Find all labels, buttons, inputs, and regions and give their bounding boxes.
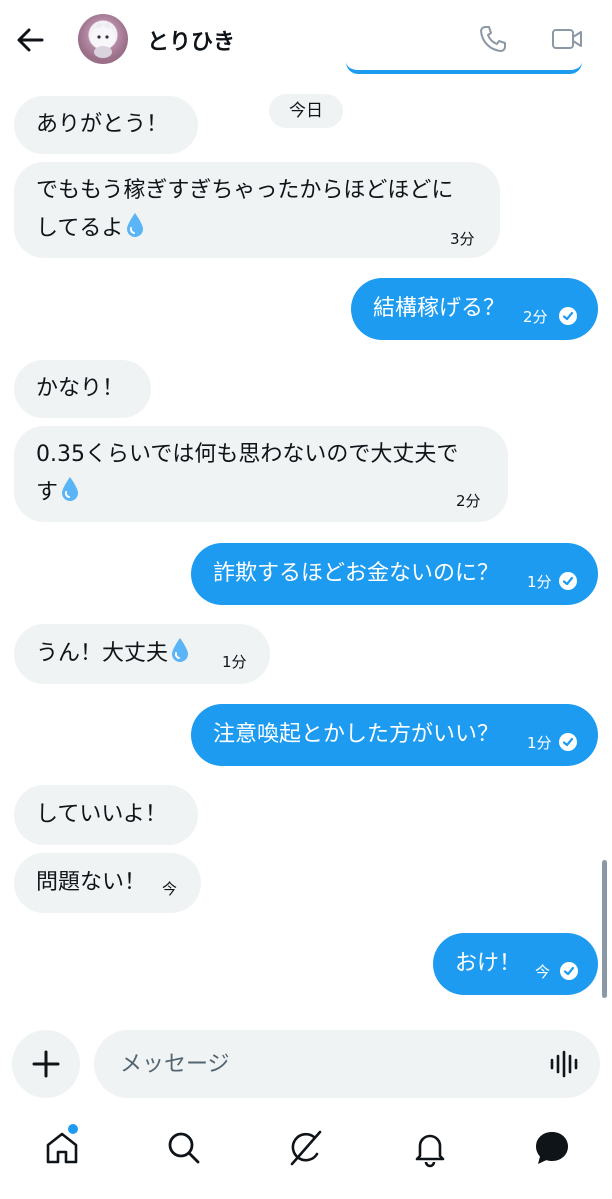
- message-text-line: す: [36, 480, 59, 505]
- message-text: 注意喚起とかした方がいい？: [213, 722, 500, 747]
- message-input[interactable]: [94, 1030, 600, 1098]
- avatar[interactable]: [78, 14, 128, 64]
- message-timestamp: 1分: [222, 653, 247, 671]
- plus-icon: [32, 1050, 60, 1078]
- notifications-icon[interactable]: [410, 1128, 450, 1168]
- read-check-icon: [560, 962, 578, 980]
- back-arrow-icon[interactable]: [12, 21, 50, 59]
- message-text: 問題ない！: [36, 870, 147, 895]
- incoming-message[interactable]: ありがとう！: [14, 96, 198, 154]
- outgoing-message[interactable]: おけ！ 今: [433, 933, 598, 995]
- read-check-icon: [559, 572, 577, 590]
- droplet-emoji-icon: [62, 477, 79, 501]
- search-icon[interactable]: [164, 1128, 204, 1168]
- message-timestamp: 1分: [527, 734, 552, 752]
- dm-conversation-screen: とりひき 今日 ありがとう！ でももう稼ぎすぎちゃったからほどほどに してるよ …: [0, 0, 612, 1199]
- previous-message-edge: [346, 62, 582, 74]
- contact-name[interactable]: とりひき: [147, 24, 235, 56]
- voice-waveform-icon[interactable]: [548, 1047, 582, 1081]
- messages-icon[interactable]: [532, 1128, 572, 1168]
- scrollbar[interactable]: [602, 860, 607, 998]
- message-text: 結構稼げる？: [373, 296, 506, 321]
- incoming-message[interactable]: 問題ない！ 今: [14, 853, 201, 913]
- phone-icon[interactable]: [476, 22, 510, 56]
- message-text: していいよ！: [36, 802, 167, 827]
- date-separator: 今日: [269, 94, 343, 128]
- incoming-message[interactable]: かなり！: [14, 360, 151, 418]
- outgoing-message[interactable]: 詐欺するほどお金ないのに？ 1分: [191, 543, 598, 605]
- message-text: 詐欺するほどお金ないのに？: [213, 561, 500, 586]
- message-timestamp: 2分: [456, 492, 481, 510]
- message-text-line: 0.35くらいでは何も思わないので大丈夫で: [36, 442, 459, 467]
- message-timestamp: 今: [535, 963, 551, 981]
- message-timestamp: 3分: [450, 230, 475, 248]
- droplet-emoji-icon: [172, 638, 189, 662]
- message-text: ありがとう！: [36, 112, 169, 137]
- outgoing-message[interactable]: 注意喚起とかした方がいい？ 1分: [191, 704, 598, 766]
- read-check-icon: [559, 307, 577, 325]
- home-icon[interactable]: [42, 1128, 82, 1168]
- conversation-header: とりひき: [0, 0, 612, 78]
- home-notification-dot: [68, 1124, 78, 1134]
- droplet-emoji-icon: [127, 213, 144, 237]
- incoming-message[interactable]: 0.35くらいでは何も思わないので大丈夫で す 2分: [14, 426, 508, 522]
- outgoing-message[interactable]: 結構稼げる？ 2分: [351, 278, 598, 340]
- message-text: かなり！: [36, 376, 125, 401]
- incoming-message[interactable]: していいよ！: [14, 785, 198, 845]
- message-text-line: でももう稼ぎすぎちゃったからほどほどに: [36, 178, 454, 203]
- read-check-icon: [559, 733, 577, 751]
- message-text-line: してるよ: [36, 216, 124, 241]
- message-text: おけ！: [455, 951, 522, 976]
- add-media-button[interactable]: [12, 1030, 80, 1098]
- grok-icon[interactable]: [286, 1128, 326, 1168]
- message-text: うん！大丈夫: [36, 641, 169, 666]
- incoming-message[interactable]: うん！大丈夫 1分: [14, 624, 270, 684]
- message-timestamp: 2分: [523, 308, 548, 326]
- video-camera-icon[interactable]: [550, 22, 584, 56]
- bottom-navigation: [0, 1110, 612, 1199]
- message-timestamp: 今: [162, 880, 178, 898]
- incoming-message[interactable]: でももう稼ぎすぎちゃったからほどほどに してるよ 3分: [14, 162, 500, 258]
- message-timestamp: 1分: [527, 573, 552, 591]
